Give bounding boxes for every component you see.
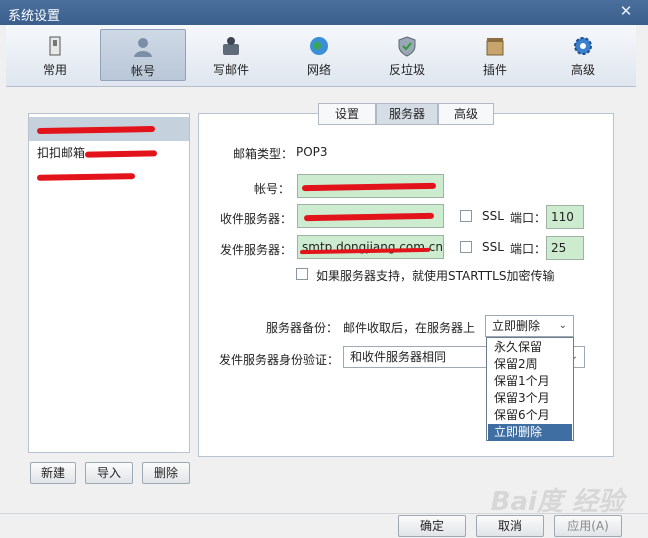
- incoming-port-field[interactable]: 110: [546, 205, 584, 229]
- server-backup-desc: 邮件收取后，在服务器上: [343, 321, 476, 335]
- toolbar-label: 反垃圾: [388, 63, 425, 77]
- delete-account-button[interactable]: 删除: [142, 462, 190, 484]
- account-icon: [134, 38, 152, 57]
- incoming-server-label: 收件服务器：: [220, 212, 293, 226]
- toolbar-label: 写邮件: [212, 63, 249, 77]
- incoming-ssl-checkbox[interactable]: [460, 210, 472, 222]
- server-backup-label: 服务器备份：: [266, 321, 339, 335]
- toolbar-network[interactable]: 网络: [276, 29, 362, 81]
- toolbar-label: 高级: [570, 63, 595, 77]
- toolbar-compose[interactable]: 写邮件: [188, 29, 274, 81]
- settings-window: 系统设置 ✕ 常用 帐号 写邮件 网络 反垃圾 插件 高级 扣扣邮箱 新建 导入…: [0, 0, 648, 538]
- outgoing-server-field[interactable]: smtp.dongjiang.com.cn: [297, 235, 444, 259]
- dropdown-option-selected[interactable]: 立即删除: [488, 424, 572, 441]
- incoming-server-field[interactable]: [297, 204, 444, 228]
- mailbox-type-value: POP3: [296, 145, 328, 159]
- outgoing-ssl-checkbox[interactable]: [460, 241, 472, 253]
- new-account-button[interactable]: 新建: [30, 462, 76, 484]
- chevron-down-icon: ⌄: [558, 320, 567, 331]
- window-title: 系统设置: [8, 9, 61, 24]
- dropdown-option[interactable]: 保留2周: [488, 356, 572, 373]
- import-button[interactable]: 导入: [85, 462, 133, 484]
- toolbar-label: 网络: [306, 63, 331, 77]
- dropdown-option[interactable]: 保留1个月: [488, 373, 572, 390]
- title-bar: 系统设置 ✕: [0, 0, 648, 25]
- server-backup-dropdown[interactable]: 永久保留 保留2周 保留1个月 保留3个月 保留6个月 立即删除: [486, 337, 574, 441]
- account-list[interactable]: 扣扣邮箱: [28, 113, 190, 453]
- starttls-checkbox[interactable]: [296, 268, 308, 280]
- outgoing-port-field[interactable]: 25: [546, 236, 584, 260]
- mailbox-type-label: 邮箱类型：: [233, 147, 294, 161]
- outgoing-server-label: 发件服务器：: [220, 243, 293, 257]
- toolbar-general[interactable]: 常用: [12, 29, 98, 81]
- starttls-label: 如果服务器支持，就使用STARTTLS加密传输: [316, 269, 555, 283]
- redaction-mark: [303, 212, 435, 222]
- redaction-mark: [84, 150, 158, 158]
- server-backup-select[interactable]: 立即删除 ⌄: [485, 315, 574, 337]
- plugin-icon: [486, 38, 504, 56]
- general-icon: [49, 36, 61, 56]
- account-item[interactable]: 扣扣邮箱: [29, 141, 189, 165]
- gear-icon: [574, 37, 592, 55]
- toolbar-label: 常用: [42, 63, 67, 77]
- toolbar-label: 插件: [482, 63, 507, 77]
- close-icon[interactable]: ✕: [618, 3, 634, 19]
- server-backup-value: 立即删除: [492, 319, 541, 333]
- incoming-ssl-label: SSL: [482, 209, 504, 223]
- dropdown-option[interactable]: 保留3个月: [488, 390, 572, 407]
- dropdown-option[interactable]: 保留6个月: [488, 407, 572, 424]
- toolbar-antispam[interactable]: 反垃圾: [364, 29, 450, 81]
- outgoing-port-label: 端口：: [510, 242, 547, 256]
- redaction-mark: [36, 125, 156, 135]
- apply-button[interactable]: 应用(A): [554, 515, 622, 537]
- account-name: 扣扣邮箱: [37, 146, 86, 160]
- tab-server[interactable]: 服务器: [376, 103, 438, 125]
- incoming-port-label: 端口：: [510, 211, 547, 225]
- account-field-label: 帐号：: [254, 182, 291, 196]
- outgoing-ssl-label: SSL: [482, 240, 504, 254]
- toolbar-advanced[interactable]: 高级: [540, 29, 626, 81]
- cancel-button[interactable]: 取消: [476, 515, 544, 537]
- toolbar-account[interactable]: 帐号: [100, 29, 186, 81]
- dropdown-option[interactable]: 永久保留: [488, 339, 572, 356]
- tab-settings[interactable]: 设置: [318, 103, 376, 125]
- auth-label: 发件服务器身份验证：: [219, 353, 340, 367]
- account-field[interactable]: [297, 174, 444, 198]
- globe-icon: [310, 37, 328, 55]
- compose-icon: [223, 37, 239, 55]
- ok-button[interactable]: 确定: [398, 515, 466, 537]
- account-item[interactable]: [29, 165, 189, 189]
- redaction-mark: [301, 182, 437, 192]
- toolbar-label: 帐号: [130, 64, 155, 78]
- category-toolbar: 常用 帐号 写邮件 网络 反垃圾 插件 高级: [6, 25, 636, 87]
- shield-icon: [398, 36, 416, 57]
- watermark: Bai度 经验: [490, 487, 624, 517]
- auth-value: 和收件服务器相同: [350, 350, 447, 364]
- account-item[interactable]: [29, 117, 189, 141]
- redaction-mark: [36, 173, 136, 181]
- tab-advanced[interactable]: 高级: [438, 103, 494, 125]
- toolbar-plugin[interactable]: 插件: [452, 29, 538, 81]
